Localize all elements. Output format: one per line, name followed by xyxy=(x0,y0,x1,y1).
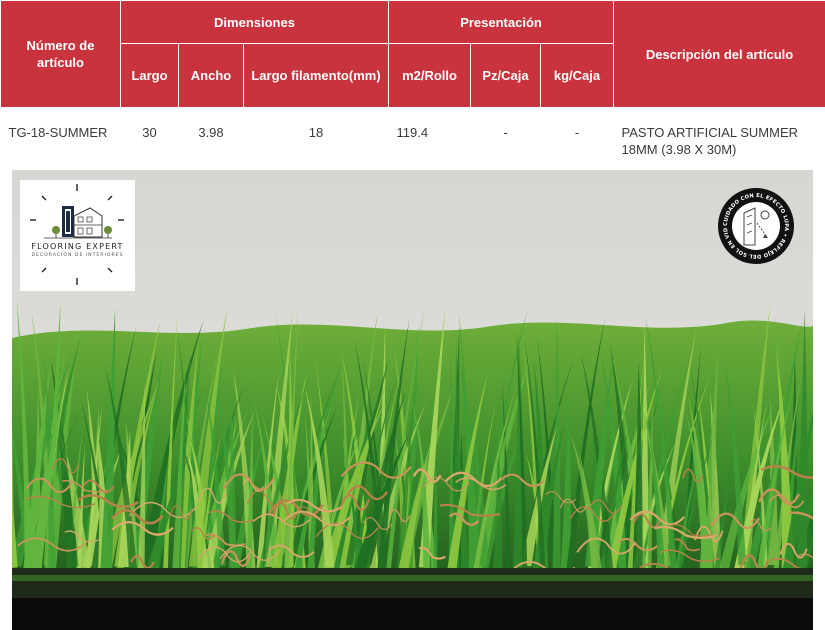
header-length: Largo xyxy=(120,43,179,108)
header-m2-roll: m2/Rollo xyxy=(388,43,472,108)
cell-article-number: TG-18-SUMMER xyxy=(0,107,121,170)
header-description: Descripción del artículo xyxy=(613,0,825,108)
header-article-number: Número de artículo xyxy=(0,0,121,108)
cell-width: 3.98 xyxy=(178,107,244,170)
cell-m2-roll: 119.4 xyxy=(388,107,471,170)
logo-clock-icon xyxy=(30,184,124,285)
spec-table: Número de artículo Dimensiones Presentac… xyxy=(0,0,825,170)
header-width: Ancho xyxy=(178,43,244,108)
header-dimensions: Dimensiones xyxy=(119,0,390,44)
logo-title: FLOORING EXPERT xyxy=(31,242,124,251)
cell-filament-length: 18 xyxy=(243,107,389,170)
header-kg-box: kg/Caja xyxy=(540,43,615,108)
magnifier-warning-badge: CUIDADO CON EL EFECTO LUPA • REFLEJO DEL… xyxy=(717,187,794,264)
product-photo: FLOORING EXPERT DECORACIÓN DE INTERIORES… xyxy=(12,170,813,630)
flooring-expert-logo: FLOORING EXPERT DECORACIÓN DE INTERIORES xyxy=(20,180,135,291)
header-presentation: Presentación xyxy=(388,0,615,44)
cell-pz-box: - xyxy=(470,107,541,170)
header-filament-length: Largo filamento(mm) xyxy=(242,43,390,108)
logo-subtitle: DECORACIÓN DE INTERIORES xyxy=(31,253,124,258)
cell-length: 30 xyxy=(120,107,179,170)
table-row: TG-18-SUMMER 30 3.98 18 119.4 - - PASTO … xyxy=(0,107,825,170)
header-pz-box: Pz/Caja xyxy=(470,43,542,108)
cell-description: PASTO ARTIFICIAL SUMMER 18MM (3.98 X 30M… xyxy=(613,107,825,170)
cell-kg-box: - xyxy=(540,107,614,170)
